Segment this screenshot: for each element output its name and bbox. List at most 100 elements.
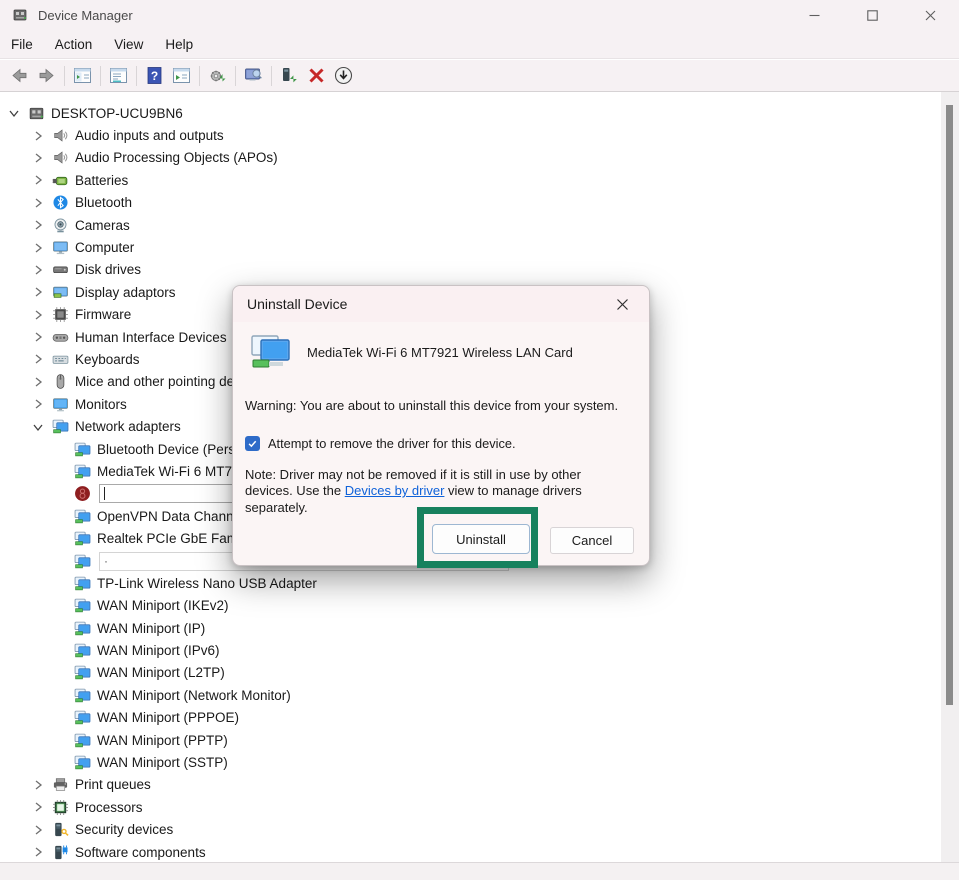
chevron-right-icon[interactable] xyxy=(30,329,46,345)
dialog-close-icon[interactable] xyxy=(609,291,635,317)
chevron-down-icon[interactable] xyxy=(6,105,22,121)
tree-item-batteries[interactable]: Batteries xyxy=(0,169,941,191)
window-title: Device Manager xyxy=(38,8,133,23)
toolbar-action-pane-button[interactable] xyxy=(168,63,195,89)
chevron-right-icon[interactable] xyxy=(30,150,46,166)
tree-item-label: Print queues xyxy=(75,777,151,792)
toolbar-separator xyxy=(100,66,101,86)
minimize-button[interactable] xyxy=(785,0,843,30)
keyboard-icon xyxy=(52,351,69,368)
tree-item-audio-processing-objects-apos[interactable]: Audio Processing Objects (APOs) xyxy=(0,147,941,169)
menu-item-help[interactable]: Help xyxy=(154,30,204,58)
firmware-icon xyxy=(52,306,69,323)
tree-item-label: Computer xyxy=(75,240,134,255)
net-adapter-icon xyxy=(74,597,91,614)
tree-item-label: Firmware xyxy=(75,307,131,322)
tree-item-wan-miniport-ipv6[interactable]: WAN Miniport (IPv6) xyxy=(0,639,941,661)
tree-item-bluetooth[interactable]: Bluetooth xyxy=(0,192,941,214)
net-adapter-icon xyxy=(74,575,91,592)
speaker-icon xyxy=(52,127,69,144)
vertical-scrollbar[interactable] xyxy=(941,92,959,862)
tree-item-label: Audio inputs and outputs xyxy=(75,128,224,143)
tree-item-wan-miniport-pppoe[interactable]: WAN Miniport (PPPOE) xyxy=(0,707,941,729)
tree-item-label: Keyboards xyxy=(75,352,140,367)
chevron-right-icon[interactable] xyxy=(30,799,46,815)
tree-item-wan-miniport-ip[interactable]: WAN Miniport (IP) xyxy=(0,617,941,639)
rename-edit-box[interactable] xyxy=(99,484,235,503)
chevron-right-icon[interactable] xyxy=(30,195,46,211)
close-button[interactable] xyxy=(901,0,959,30)
computer-root-icon xyxy=(28,105,45,122)
tree-item-wan-miniport-l2tp[interactable]: WAN Miniport (L2TP) xyxy=(0,662,941,684)
warning-text: Warning: You are about to uninstall this… xyxy=(245,398,618,413)
tree-item-audio-inputs-and-outputs[interactable]: Audio inputs and outputs xyxy=(0,124,941,146)
chevron-right-icon[interactable] xyxy=(30,396,46,412)
chevron-right-icon[interactable] xyxy=(30,284,46,300)
tree-item-label: WAN Miniport (IPv6) xyxy=(97,643,220,658)
tree-item-print-queues[interactable]: Print queues xyxy=(0,774,941,796)
toolbar-remote-button[interactable] xyxy=(240,63,267,89)
chevron-down-icon[interactable] xyxy=(30,419,46,435)
chevron-right-icon[interactable] xyxy=(30,240,46,256)
network-adapter-icon xyxy=(249,332,295,372)
chevron-right-icon[interactable] xyxy=(30,777,46,793)
chevron-right-icon[interactable] xyxy=(30,217,46,233)
net-adapter-icon xyxy=(74,732,91,749)
toolbar-forward-button[interactable] xyxy=(33,63,60,89)
tree-item-processors[interactable]: Processors xyxy=(0,796,941,818)
tree-item-tp-link-wireless-nano-usb-adapter[interactable]: TP-Link Wireless Nano USB Adapter xyxy=(0,572,941,594)
chevron-right-icon[interactable] xyxy=(30,844,46,860)
tree-item-label: Human Interface Devices xyxy=(75,330,227,345)
tree-item-security-devices[interactable]: Security devices xyxy=(0,819,941,841)
scrollbar-thumb[interactable] xyxy=(946,105,953,705)
toolbar-show-tree-button[interactable] xyxy=(69,63,96,89)
tree-item-desktop-ucu9bn6[interactable]: DESKTOP-UCU9BN6 xyxy=(0,102,941,124)
chevron-right-icon[interactable] xyxy=(30,128,46,144)
toolbar-scan-hardware-button[interactable] xyxy=(204,63,231,89)
tree-item-label: WAN Miniport (PPPOE) xyxy=(97,710,239,725)
toolbar-separator xyxy=(235,66,236,86)
checkbox-label[interactable]: Attempt to remove the driver for this de… xyxy=(268,436,516,451)
cancel-button[interactable]: Cancel xyxy=(550,527,634,554)
toolbar-help-button[interactable]: ? xyxy=(141,63,168,89)
net-adapter-icon xyxy=(74,687,91,704)
toolbar-separator xyxy=(136,66,137,86)
tree-item-computer[interactable]: Computer xyxy=(0,236,941,258)
tree-item-label: WAN Miniport (PPTP) xyxy=(97,733,228,748)
tree-item-wan-miniport-network-monitor[interactable]: WAN Miniport (Network Monitor) xyxy=(0,684,941,706)
tree-item-wan-miniport-ikev2[interactable]: WAN Miniport (IKEv2) xyxy=(0,595,941,617)
menu-item-action[interactable]: Action xyxy=(44,30,104,58)
toolbar-uninstall-button[interactable] xyxy=(303,63,330,89)
chevron-right-icon[interactable] xyxy=(30,374,46,390)
tree-item-wan-miniport-pptp[interactable]: WAN Miniport (PPTP) xyxy=(0,729,941,751)
tree-item-label: Display adaptors xyxy=(75,285,176,300)
display-icon xyxy=(52,284,69,301)
camera-icon xyxy=(52,217,69,234)
chevron-right-icon[interactable] xyxy=(30,351,46,367)
menu-bar: FileActionViewHelp xyxy=(0,30,959,59)
tree-item-cameras[interactable]: Cameras xyxy=(0,214,941,236)
processor-icon xyxy=(52,799,69,816)
hid-icon xyxy=(52,329,69,346)
checkbox-checked-icon[interactable] xyxy=(245,436,260,451)
toolbar-update-driver-button[interactable] xyxy=(276,63,303,89)
tree-item-wan-miniport-sstp[interactable]: WAN Miniport (SSTP) xyxy=(0,751,941,773)
devices-by-driver-link[interactable]: Devices by driver xyxy=(345,483,445,498)
disk-icon xyxy=(52,261,69,278)
toolbar-back-button[interactable] xyxy=(6,63,33,89)
toolbar-disable-button[interactable] xyxy=(330,63,357,89)
bluetooth-icon xyxy=(52,194,69,211)
battery-icon xyxy=(52,172,69,189)
tree-item-disk-drives[interactable]: Disk drives xyxy=(0,259,941,281)
maximize-button[interactable] xyxy=(843,0,901,30)
chevron-right-icon[interactable] xyxy=(30,262,46,278)
toolbar-properties-button[interactable] xyxy=(105,63,132,89)
chevron-right-icon[interactable] xyxy=(30,172,46,188)
menu-item-view[interactable]: View xyxy=(103,30,154,58)
chevron-right-icon[interactable] xyxy=(30,822,46,838)
network-icon xyxy=(52,418,69,435)
tree-item-software-components[interactable]: Software components xyxy=(0,841,941,862)
chevron-right-icon[interactable] xyxy=(30,307,46,323)
menu-item-file[interactable]: File xyxy=(0,30,44,58)
software-icon xyxy=(52,844,69,861)
